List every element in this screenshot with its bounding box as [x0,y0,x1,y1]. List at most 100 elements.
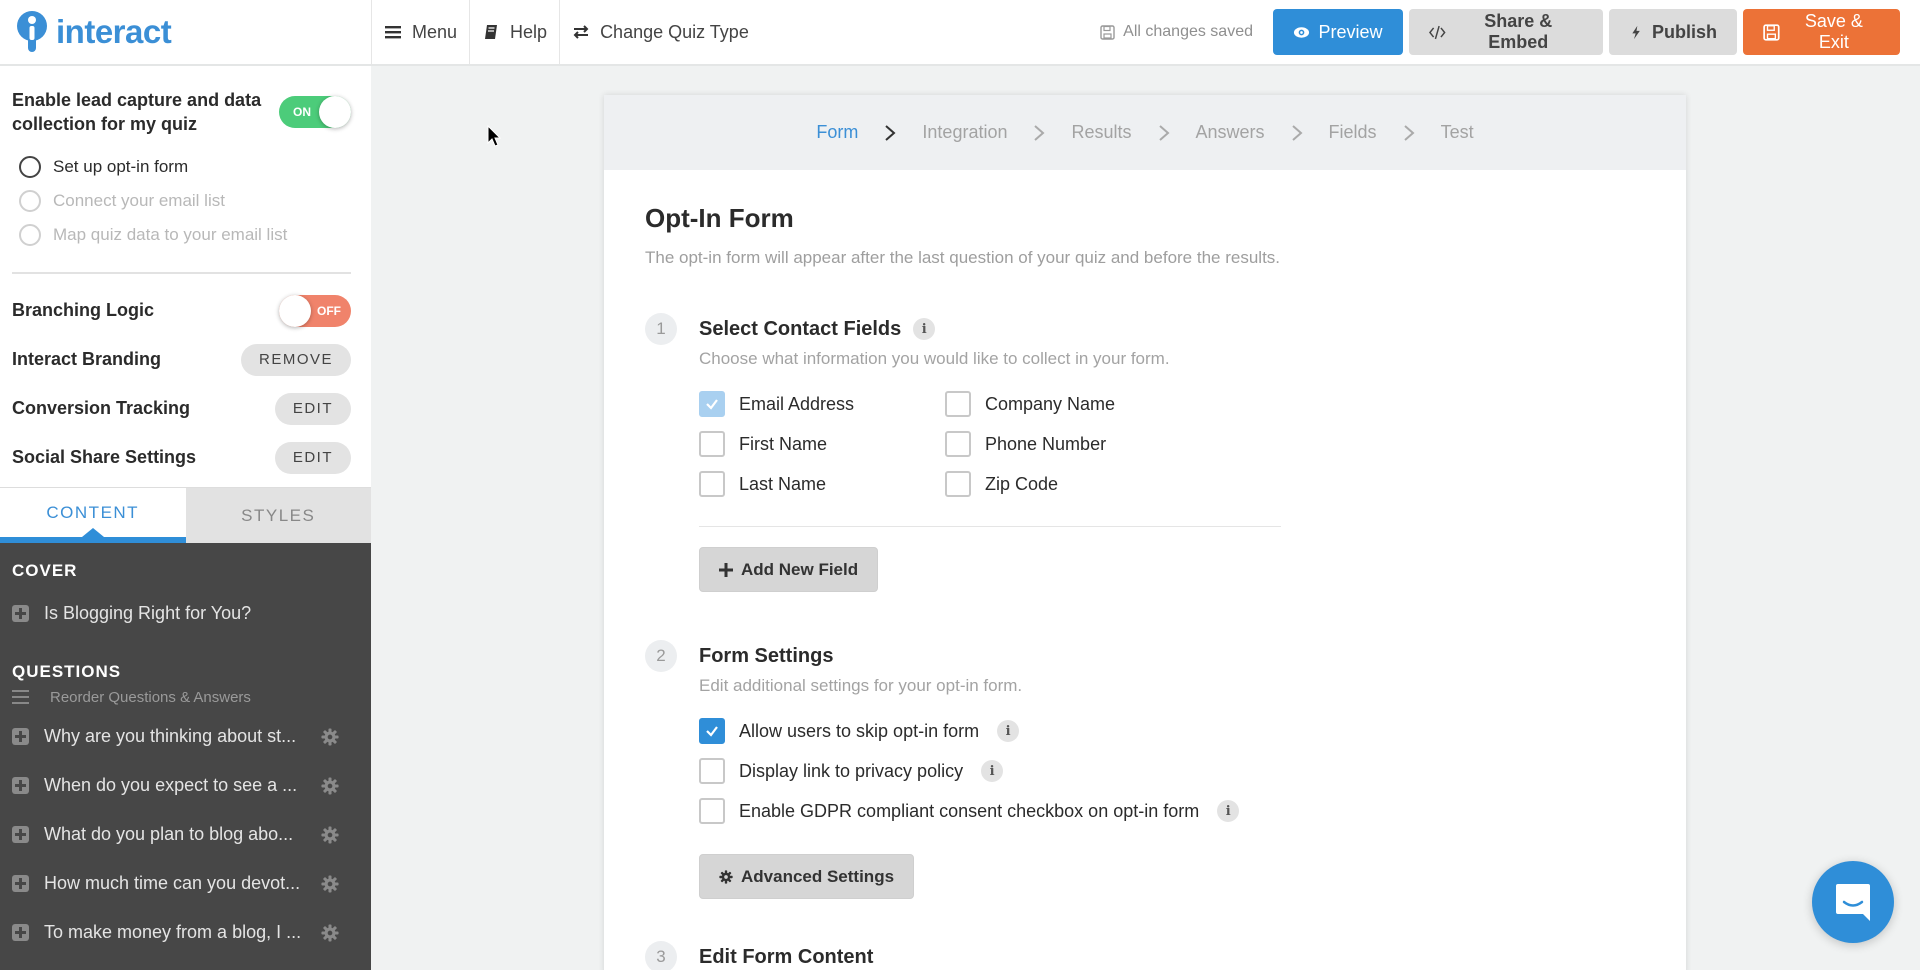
expand-plus-icon[interactable] [12,826,29,843]
form-setting-item[interactable]: Enable GDPR compliant consent checkbox o… [699,798,1686,824]
section-subtitle: Choose what information you would like t… [699,349,1170,368]
plus-icon [719,562,733,577]
share-embed-button[interactable]: Share & Embed [1409,9,1603,55]
checkbox[interactable] [945,391,971,417]
lightning-icon [1632,25,1640,39]
checkbox-label: Allow users to skip opt-in form [739,720,980,741]
checkbox[interactable] [699,471,725,497]
question-title: Why are you thinking about st... [44,726,297,746]
fields-divider [699,526,1281,527]
checkbox-label: Last Name [739,473,827,494]
chevron-right-icon [1158,124,1170,141]
option-label: Interact Branding [12,349,162,369]
help-button[interactable]: Help [469,0,559,64]
publish-label: Publish [1651,21,1717,42]
section-number: 1 [645,313,677,345]
top-bar: interact Menu Help Change Quiz Type All … [0,0,1920,66]
logo-text: interact [56,13,172,50]
checkbox[interactable] [699,758,725,784]
checkbox[interactable] [699,718,725,744]
question-item[interactable]: When do you expect to see a ... [0,761,371,810]
contact-field-last-name[interactable]: Last Name [699,471,945,497]
contact-field-zip-code[interactable]: Zip Code [945,471,1191,497]
gear-icon[interactable] [321,874,339,893]
question-item[interactable]: Why are you thinking about st... [0,712,371,761]
wizard-step-form[interactable]: Form [816,122,858,143]
contact-field-first-name[interactable]: First Name [699,431,945,457]
save-exit-label: Save & Exit [1804,11,1863,52]
add-new-field-button[interactable]: Add New Field [699,547,879,592]
gear-icon[interactable] [321,923,339,942]
save-exit-button[interactable]: Save & Exit [1743,9,1900,55]
checkbox[interactable] [945,431,971,457]
option-conversion-tracking: Conversion Tracking EDIT [12,384,351,433]
branching-logic-toggle[interactable]: OFF [279,294,351,327]
form-setting-item[interactable]: Display link to privacy policy i [699,758,1686,784]
checkbox-label: Phone Number [985,433,1107,454]
lead-capture-toggle[interactable]: ON [279,96,351,128]
help-label: Help [510,21,548,42]
section-edit-form-content: 3 Edit Form Content [645,941,1686,970]
step-label: Connect your email list [53,191,225,210]
remove-branding-button[interactable]: REMOVE [240,343,351,376]
form-settings-list: Allow users to skip opt-in form i Display … [699,718,1686,824]
info-icon[interactable]: i [1217,800,1240,822]
preview-button[interactable]: Preview [1273,9,1403,55]
option-interact-branding: Interact Branding REMOVE [12,335,351,384]
change-quiz-type-button[interactable]: Change Quiz Type [559,0,761,64]
question-item[interactable]: To make money from a blog, I ... [0,908,371,957]
expand-plus-icon[interactable] [12,605,29,622]
tab-styles[interactable]: STYLES [185,488,371,543]
gear-icon[interactable] [321,825,339,844]
step-setup-opt-in-form[interactable]: Set up opt-in form [19,150,351,184]
question-item[interactable]: What do you plan to blog abo... [0,810,371,859]
toggle-state-label: ON [293,105,311,119]
expand-plus-icon[interactable] [12,728,29,745]
expand-plus-icon[interactable] [12,777,29,794]
expand-plus-icon[interactable] [12,924,29,941]
contact-field-phone-number[interactable]: Phone Number [945,431,1191,457]
contact-field-company-name[interactable]: Company Name [945,391,1191,417]
contact-fields: Email Address Company Name First Name Phone… [699,391,1686,497]
info-icon[interactable]: i [913,318,936,340]
edit-conversion-tracking-button[interactable]: EDIT [274,392,351,425]
expand-plus-icon[interactable] [12,875,29,892]
wizard-step-integration[interactable]: Integration [922,122,1007,143]
change-quiz-type-label: Change Quiz Type [600,21,749,42]
sidebar: Enable lead capture and data collection … [0,66,371,970]
wizard-step-fields[interactable]: Fields [1329,122,1377,143]
wizard-step-test[interactable]: Test [1441,122,1474,143]
option-branching-logic: Branching Logic OFF [12,286,351,335]
cover-item[interactable]: Is Blogging Right for You? [0,589,371,638]
option-social-share: Social Share Settings EDIT [12,433,351,482]
chat-widget-button[interactable] [1812,861,1894,943]
info-icon[interactable]: i [997,720,1020,742]
info-icon[interactable]: i [981,760,1004,782]
floppy-disk-icon [1763,23,1780,41]
checkbox[interactable] [699,431,725,457]
checkmark-icon [706,726,718,737]
edit-social-share-button[interactable]: EDIT [274,441,351,474]
advanced-settings-button[interactable]: Advanced Settings [699,854,915,899]
step-label: Set up opt-in form [53,157,189,176]
question-item[interactable]: How much time can you devot... [0,859,371,908]
page-title: Opt-In Form [645,203,794,233]
reorder-questions-link[interactable]: Reorder Questions & Answers [0,682,371,712]
step-map-quiz-data: Map quiz data to your email list [19,218,351,252]
form-setting-item[interactable]: Allow users to skip opt-in form i [699,718,1686,744]
chevron-right-icon [1034,124,1046,141]
gear-icon[interactable] [321,776,339,795]
wizard-step-results[interactable]: Results [1071,122,1131,143]
wizard-step-answers[interactable]: Answers [1196,122,1265,143]
gear-icon[interactable] [321,727,339,746]
checkbox[interactable] [945,471,971,497]
question-list: Why are you thinking about st... When do … [0,712,371,957]
interact-logo[interactable]: interact [0,0,371,64]
option-label: Branching Logic [12,300,155,320]
chevron-right-icon [1291,124,1303,141]
lead-capture-label: Enable lead capture and data collection … [12,90,262,134]
menu-button[interactable]: Menu [371,0,469,64]
checkbox[interactable] [699,798,725,824]
tab-content[interactable]: CONTENT [0,488,186,543]
publish-button[interactable]: Publish [1609,9,1737,55]
